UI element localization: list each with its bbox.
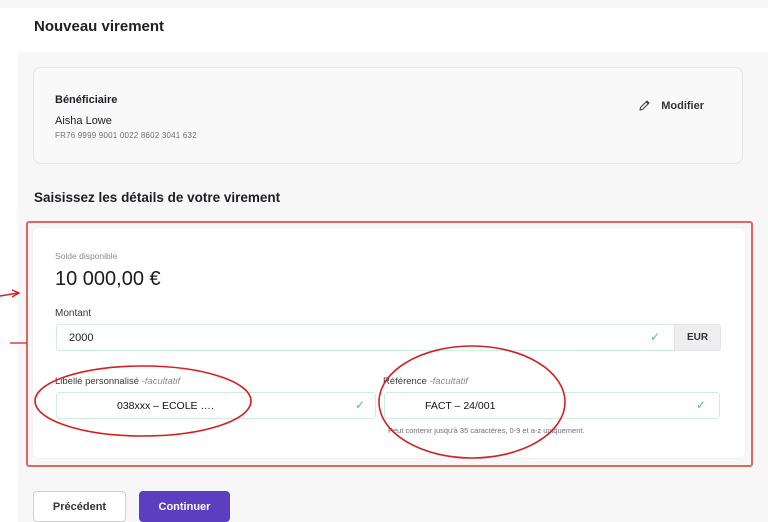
- continue-button[interactable]: Continuer: [139, 491, 230, 522]
- top-band: [0, 0, 768, 8]
- balance-value: 10 000,00 €: [55, 268, 161, 290]
- custom-label-value: 038xxx – ECOLE ….: [117, 399, 214, 412]
- amount-label: Montant: [55, 308, 92, 319]
- details-title: Saisissez les détails de votre virement: [34, 190, 281, 205]
- amount-input[interactable]: 2000: [56, 324, 706, 351]
- previous-button[interactable]: Précédent: [33, 491, 126, 522]
- modify-label: Modifier: [661, 99, 704, 112]
- page-title: Nouveau virement: [34, 18, 165, 35]
- transfer-form-card: Solde disponible 10 000,00 € Montant 200…: [33, 228, 745, 458]
- pencil-icon: [638, 99, 651, 112]
- reference-label: Référence -facultatif: [383, 376, 469, 387]
- custom-label-label: Libellé personnalisé -facultatif: [55, 376, 181, 387]
- checkmark-icon: ✓: [696, 398, 707, 412]
- modify-beneficiary-button[interactable]: Modifier: [638, 99, 704, 112]
- beneficiary-card: Bénéficiaire Aisha Lowe FR76 9999 9001 0…: [33, 67, 743, 164]
- reference-value: FACT – 24/001: [425, 399, 496, 412]
- amount-value: 2000: [69, 331, 94, 344]
- reference-input[interactable]: FACT – 24/001: [384, 392, 720, 419]
- checkmark-icon: ✓: [650, 330, 661, 344]
- beneficiary-iban: FR76 9999 9001 0022 8602 3041 632: [55, 131, 197, 140]
- reference-hint: Peut contenir jusqu'à 35 caractères, 0-9…: [388, 426, 585, 435]
- currency-select[interactable]: EUR: [674, 324, 721, 351]
- custom-label-input[interactable]: 038xxx – ECOLE ….: [56, 392, 376, 419]
- annotation-arrow: [0, 292, 19, 297]
- checkmark-icon: ✓: [355, 398, 366, 412]
- beneficiary-name: Aisha Lowe: [55, 115, 112, 127]
- beneficiary-label: Bénéficiaire: [55, 94, 118, 106]
- balance-label: Solde disponible: [55, 251, 118, 261]
